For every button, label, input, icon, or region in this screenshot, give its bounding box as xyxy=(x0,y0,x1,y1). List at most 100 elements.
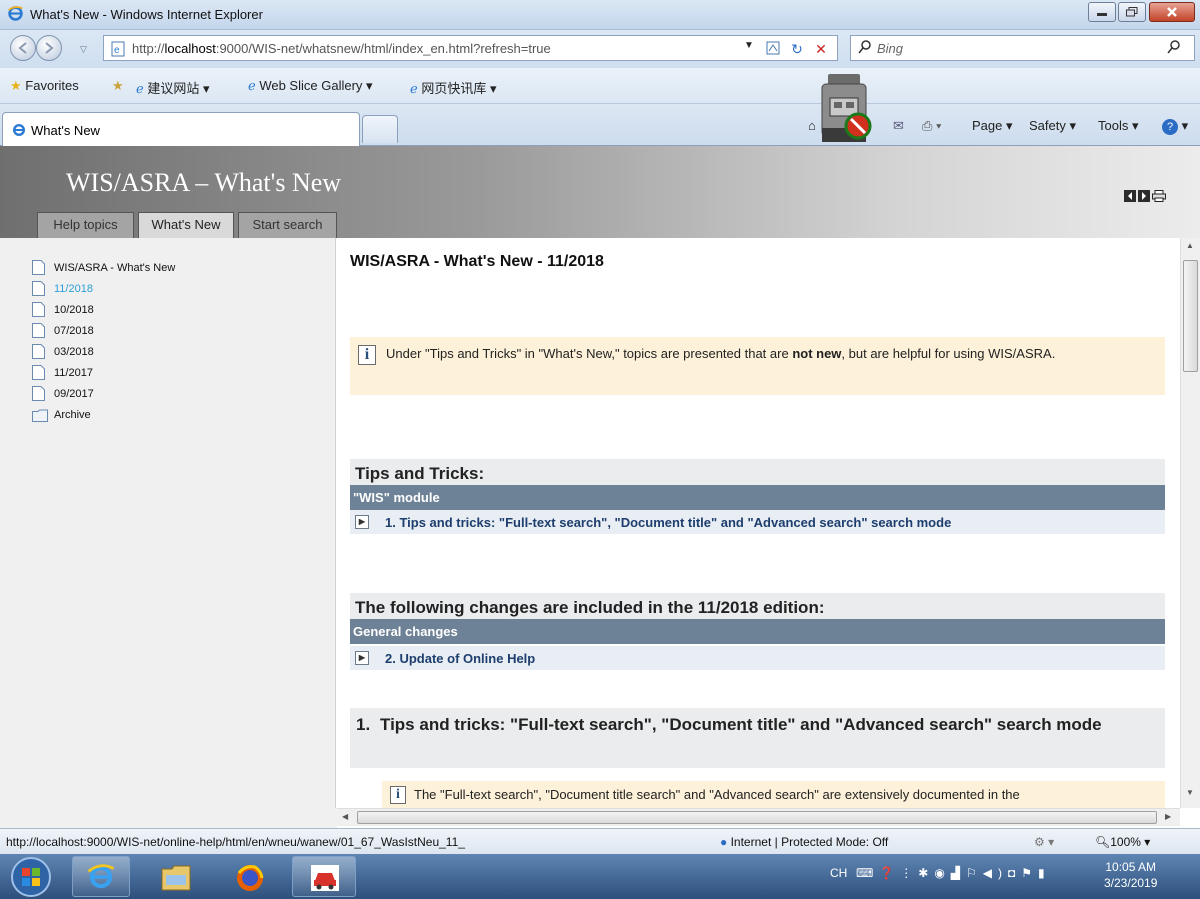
hscrollbar-thumb[interactable] xyxy=(357,811,1157,824)
expand-arrow-icon[interactable]: ▶ xyxy=(355,651,369,665)
help-menu[interactable]: ? ▾ xyxy=(1162,118,1188,135)
taskbar-firefox-button[interactable] xyxy=(220,856,278,897)
info-icon: i xyxy=(390,786,406,804)
navigation-tree: WIS/ASRA - What's New 11/2018 10/2018 07… xyxy=(0,238,336,830)
minimize-button[interactable] xyxy=(1088,2,1116,22)
url-prefix: http:// xyxy=(132,41,165,56)
start-button-icon[interactable] xyxy=(10,856,52,898)
horizontal-scrollbar[interactable]: ◀ ▶ xyxy=(337,808,1180,826)
fav-item-web-slice-gallery[interactable]: ℯ Web Slice Gallery ▾ xyxy=(248,78,373,94)
star-icon: ★ xyxy=(10,78,22,93)
document-icon xyxy=(32,344,45,359)
forward-button[interactable] xyxy=(36,35,62,61)
tab-help-topics[interactable]: Help topics xyxy=(37,212,134,238)
page-menu[interactable]: Page ▾ xyxy=(972,118,1013,134)
system-tray-icons[interactable]: ⌨❓⋮✱◉▟⚐◀)◘⚑▮ xyxy=(856,866,1051,880)
minimize-icon xyxy=(1097,13,1107,16)
search-box[interactable]: Bing xyxy=(850,35,1195,61)
close-icon xyxy=(1167,7,1177,17)
next-page-icon[interactable] xyxy=(1138,190,1150,202)
tree-item-whats-new[interactable]: WIS/ASRA - What's New xyxy=(32,260,332,276)
tree-item-10-2018[interactable]: 10/2018 xyxy=(32,302,332,318)
tree-item-label: 11/2018 xyxy=(54,283,93,295)
note-text-emphasis: not new xyxy=(792,346,842,361)
document-icon xyxy=(32,260,45,275)
compatibility-view-icon[interactable] xyxy=(764,40,782,58)
tab-whats-new[interactable]: What's New xyxy=(2,112,360,146)
tips-link-row[interactable]: ▶ 1. Tips and tricks: "Full-text search",… xyxy=(350,510,1165,534)
tab-whats-new[interactable]: What's New xyxy=(138,212,234,238)
zoom-icon: 🔍︎ xyxy=(1095,835,1111,849)
scroll-right-icon[interactable]: ▶ xyxy=(1165,812,1171,821)
scroll-down-icon[interactable]: ▼ xyxy=(1186,788,1194,797)
scroll-up-icon[interactable]: ▲ xyxy=(1186,241,1194,250)
window-titlebar: What's New - Windows Internet Explorer xyxy=(0,0,1200,30)
address-bar[interactable]: e http://localhost:9000/WIS-net/whatsnew… xyxy=(103,35,838,61)
new-tab-button[interactable] xyxy=(362,115,398,143)
tree-item-label: 03/2018 xyxy=(54,346,94,358)
tree-item-label: 11/2017 xyxy=(54,367,93,379)
tab-start-search[interactable]: Start search xyxy=(238,212,337,238)
zoom-level: 100% xyxy=(1110,835,1141,849)
restore-icon xyxy=(1126,7,1138,17)
arrow-right-icon xyxy=(45,42,54,54)
address-dropdown-icon[interactable]: ▼ xyxy=(744,40,754,51)
refresh-icon[interactable]: ↻ xyxy=(788,40,806,58)
tree-item-03-2018[interactable]: 03/2018 xyxy=(32,344,332,360)
windows-taskbar: CH ⌨❓⋮✱◉▟⚐◀)◘⚑▮ 10:05 AM 3/23/2019 xyxy=(0,854,1200,899)
security-zone-label: Internet | Protected Mode: Off xyxy=(730,835,889,849)
taskbar-clock[interactable]: 10:05 AM 3/23/2019 xyxy=(1104,859,1157,891)
back-button[interactable] xyxy=(10,35,36,61)
read-mail-icon[interactable]: ✉ xyxy=(893,118,904,134)
scroll-left-icon[interactable]: ◀ xyxy=(342,812,348,821)
favorites-label: Favorites xyxy=(25,78,79,93)
document-icon xyxy=(32,386,45,401)
print-icon[interactable]: ⎙ ▾ xyxy=(922,118,941,134)
tree-item-label: 07/2018 xyxy=(54,325,94,337)
window-title: What's New - Windows Internet Explorer xyxy=(30,7,263,22)
search-provider-icon xyxy=(858,40,871,54)
document-icon xyxy=(32,365,45,380)
tools-menu[interactable]: Tools ▾ xyxy=(1098,118,1139,134)
tree-item-11-2017[interactable]: 11/2017 xyxy=(32,365,332,381)
tree-item-07-2018[interactable]: 07/2018 xyxy=(32,323,332,339)
expand-arrow-icon[interactable]: ▶ xyxy=(355,515,369,529)
print-icon[interactable] xyxy=(1152,190,1166,202)
taskbar-explorer-button[interactable] xyxy=(146,856,204,897)
zoom-control[interactable]: 🔍︎100% ▾ xyxy=(1095,835,1150,849)
tree-item-archive[interactable]: Archive xyxy=(32,407,332,423)
security-zone[interactable]: ● Internet | Protected Mode: Off xyxy=(720,835,888,849)
taskbar-ie-button[interactable] xyxy=(72,856,130,897)
fav-item-web-slice-library[interactable]: ℯ 网页快讯库 ▾ xyxy=(410,78,496,97)
address-row: ▽ e http://localhost:9000/WIS-net/whatsn… xyxy=(0,30,1200,68)
taskbar-wis-button[interactable] xyxy=(292,856,356,897)
vertical-scrollbar[interactable]: ▲ ▼ xyxy=(1180,238,1200,808)
favorites-bar: ★ Favorites ★ ℯ 建议网站 ▾ ℯ Web Slice Galle… xyxy=(0,68,1200,104)
firefox-icon xyxy=(237,865,264,891)
search-icon[interactable] xyxy=(1166,39,1182,55)
status-bar: http://localhost:9000/WIS-net/online-hel… xyxy=(0,828,1200,854)
language-indicator[interactable]: CH xyxy=(830,866,847,880)
info-note-text: Under "Tips and Tricks" in "What's New,"… xyxy=(386,346,1146,362)
maximize-button[interactable] xyxy=(1118,2,1146,22)
protected-mode-icon[interactable]: ⚙ ▾ xyxy=(1034,835,1054,849)
general-changes-bar: General changes xyxy=(350,619,1165,644)
tree-item-label: WIS/ASRA - What's New xyxy=(54,262,176,274)
scrollbar-thumb[interactable] xyxy=(1183,260,1198,372)
ie-logo-icon xyxy=(8,6,23,21)
tree-item-09-2017[interactable]: 09/2017 xyxy=(32,386,332,402)
add-favorite-icon[interactable]: ★ xyxy=(112,78,124,94)
previous-page-icon[interactable] xyxy=(1124,190,1136,202)
safety-menu[interactable]: Safety ▾ xyxy=(1029,118,1076,134)
close-button[interactable] xyxy=(1149,2,1195,22)
recent-pages-dropdown-icon[interactable]: ▽ xyxy=(80,44,87,55)
tips-link[interactable]: 1. Tips and tricks: "Full-text search", … xyxy=(385,515,951,530)
info-note-2-text: The "Full-text search", "Document title … xyxy=(414,787,1020,802)
online-help-link[interactable]: 2. Update of Online Help xyxy=(385,651,535,666)
favorites-button[interactable]: ★ Favorites xyxy=(10,78,79,94)
changes-link-row[interactable]: ▶ 2. Update of Online Help xyxy=(350,646,1165,670)
fav-item-suggested-sites[interactable]: ℯ 建议网站 ▾ xyxy=(136,78,209,97)
stop-icon[interactable]: ✕ xyxy=(812,40,830,58)
ie-logo-icon xyxy=(13,124,25,136)
tree-item-11-2018[interactable]: 11/2018 xyxy=(32,281,332,297)
